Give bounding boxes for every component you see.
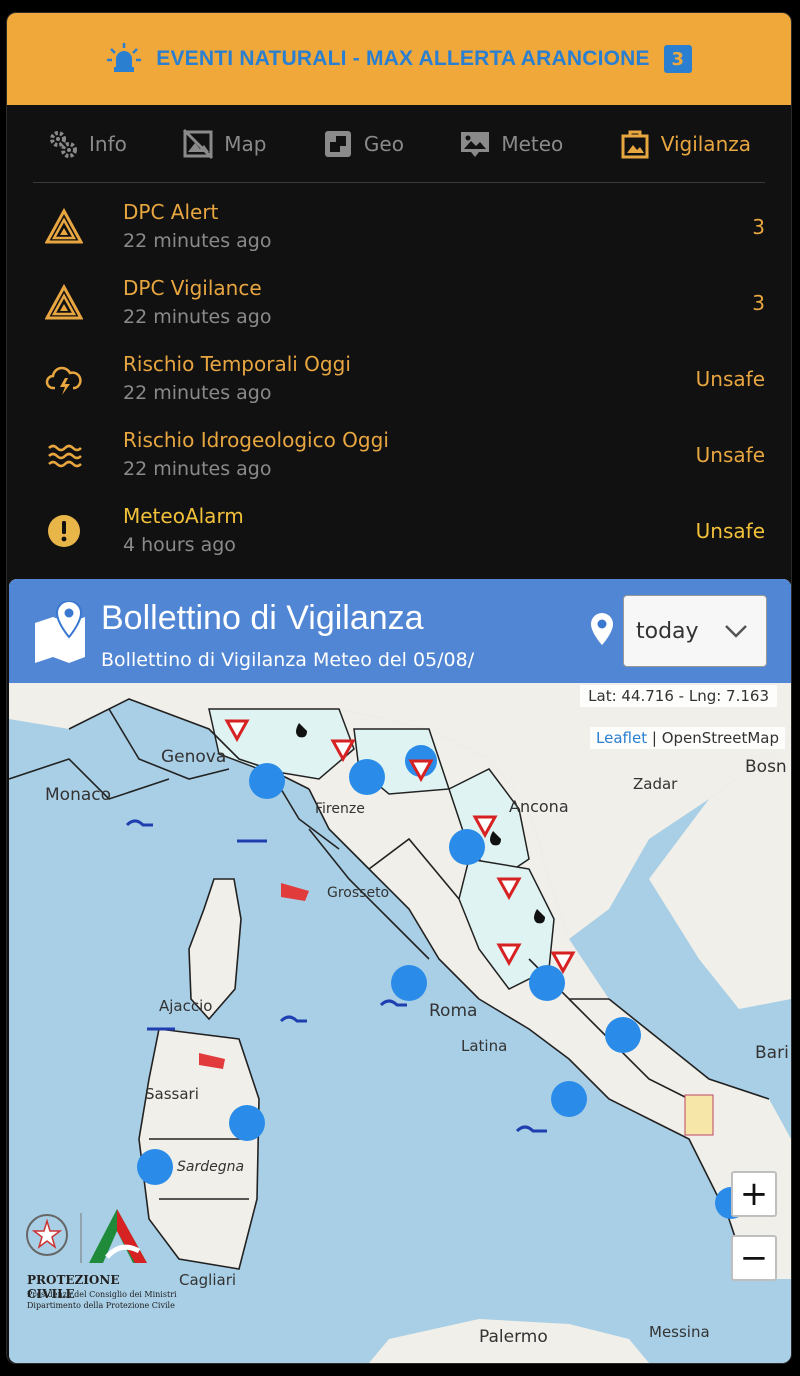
event-value: 3 (752, 215, 765, 239)
map-label: Messina (649, 1323, 710, 1341)
map-header: Bollettino di Vigilanza Bollettino di Vi… (9, 579, 791, 683)
map-label: Cagliari (179, 1271, 237, 1289)
zoom-out-button[interactable]: − (731, 1235, 777, 1281)
attribution-separator: | (647, 729, 662, 747)
location-pin-icon (591, 613, 613, 645)
tab-meteo[interactable]: Meteo (459, 128, 563, 160)
attribution-text: OpenStreetMap (661, 729, 779, 747)
map-label: Bosn (745, 757, 787, 777)
tab-vigilanza-label: Vigilanza (660, 131, 751, 156)
list-item[interactable]: Rischio Temporali Oggi 22 minutes ago Un… (33, 341, 765, 417)
map-attribution: Leaflet | OpenStreetMap (590, 727, 785, 749)
map-label: Genova (161, 747, 227, 767)
list-item[interactable]: DPC Alert 22 minutes ago 3 (33, 189, 765, 265)
map-label: Sassari (145, 1085, 199, 1103)
event-time: 22 minutes ago (123, 230, 272, 252)
map-label: Palermo (479, 1327, 548, 1347)
exclamation-circle-icon (48, 515, 80, 547)
map-label: Ajaccio (159, 997, 213, 1015)
map-off-icon (183, 128, 214, 159)
map-label: Latina (461, 1037, 508, 1055)
event-value: Unsafe (695, 443, 765, 467)
map-label: Ancona (509, 797, 569, 816)
triangle-warning-icon (45, 208, 83, 244)
vigilanza-map[interactable]: Genova Monaco Firenze Grosseto Ajaccio S… (9, 579, 791, 1363)
tab-info-label: Info (89, 131, 127, 156)
alert-header[interactable]: EVENTI NATURALI - MAX ALLERTA ARANCIONE … (7, 13, 791, 105)
event-list: DPC Alert 22 minutes ago 3 DPC Vigilance… (7, 183, 791, 569)
siren-icon (107, 43, 142, 72)
thunderstorm-cloud-icon (45, 366, 82, 395)
list-item[interactable]: MeteoAlarm 4 hours ago Unsafe (33, 493, 765, 569)
tab-geo[interactable]: Geo (322, 128, 404, 160)
alert-title: EVENTI NATURALI - MAX ALLERTA ARANCIONE (156, 47, 650, 70)
tab-info[interactable]: Info (47, 128, 127, 160)
protezione-civile-logo: PROTEZIONE CIVILE Presidenza del Consigl… (25, 1201, 177, 1311)
triangle-warning-icon (45, 284, 83, 320)
map-label: Grosseto (327, 885, 390, 901)
event-name: Rischio Idrogeologico Oggi (123, 428, 389, 452)
event-time: 22 minutes ago (123, 382, 272, 404)
event-time: 4 hours ago (123, 534, 236, 556)
tab-map-label: Map (224, 131, 267, 156)
map-label: Roma (429, 1001, 478, 1021)
tab-bar: Info Map Geo Meteo Vigilanza (33, 105, 765, 183)
leaflet-link[interactable]: Leaflet (596, 729, 647, 747)
meteo-image-icon (461, 131, 490, 157)
tab-geo-label: Geo (363, 131, 404, 156)
map-marker-icon (35, 601, 85, 663)
list-item[interactable]: DPC Vigilance 22 minutes ago 3 (33, 265, 765, 341)
event-name: Rischio Temporali Oggi (123, 352, 351, 376)
event-name: DPC Alert (123, 200, 219, 224)
map-title: Bollettino di Vigilanza (101, 599, 424, 637)
map-label: Zadar (633, 775, 678, 793)
tab-vigilanza[interactable]: Vigilanza (619, 128, 751, 160)
event-time: 22 minutes ago (123, 306, 272, 328)
chevron-down-icon (725, 625, 747, 638)
period-select-value: today (636, 618, 699, 644)
zoom-in-button[interactable]: + (731, 1171, 777, 1217)
period-select[interactable]: today (623, 595, 767, 667)
water-waves-icon (48, 444, 82, 468)
tab-meteo-label: Meteo (501, 131, 564, 156)
list-item[interactable]: Rischio Idrogeologico Oggi 22 minutes ag… (33, 417, 765, 493)
event-value: Unsafe (695, 367, 765, 391)
logo-subtitle: Presidenza del Consiglio dei Ministri Di… (27, 1290, 177, 1310)
map-label: Bari (755, 1043, 789, 1063)
coordinates-readout: Lat: 44.716 - Lng: 7.163 (580, 685, 777, 707)
event-name: DPC Vigilance (123, 276, 262, 300)
vigilanza-icon (621, 130, 649, 158)
gears-icon (50, 130, 77, 158)
map-subtitle: Bollettino di Vigilanza Meteo del 05/08/ (101, 649, 475, 671)
tab-map[interactable]: Map (182, 128, 266, 160)
map-label: Monaco (45, 785, 112, 805)
map-label: Sardegna (177, 1159, 245, 1175)
map-label: Firenze (315, 801, 365, 817)
event-time: 22 minutes ago (123, 458, 272, 480)
alert-card: EVENTI NATURALI - MAX ALLERTA ARANCIONE … (6, 12, 792, 1364)
event-name: MeteoAlarm (123, 504, 244, 528)
event-value: 3 (752, 291, 765, 315)
alert-count-badge: 3 (663, 45, 692, 73)
italian-emblem-icon (26, 1209, 147, 1263)
event-value: Unsafe (695, 519, 765, 543)
geo-icon (324, 130, 351, 157)
